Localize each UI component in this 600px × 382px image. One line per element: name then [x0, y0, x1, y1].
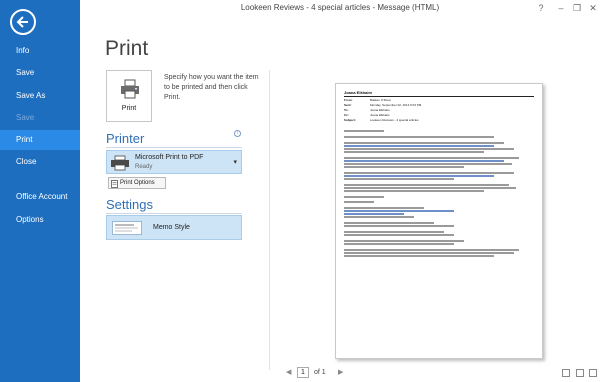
zoom-to-page-icon[interactable]: [576, 369, 584, 377]
preview-text-line: [344, 190, 484, 192]
zoom-in-icon[interactable]: [589, 369, 597, 377]
preview-text-line: [344, 151, 484, 153]
preview-text-line: [344, 157, 519, 159]
preview-text-line: [344, 231, 444, 233]
preview-text-line: [344, 210, 454, 212]
preview-text-line: [344, 148, 514, 150]
print-options-label: Print Options: [120, 180, 155, 186]
memo-style-option[interactable]: Memo Style: [106, 215, 242, 240]
printer-name: Microsoft Print to PDF: [135, 154, 204, 161]
print-options-button[interactable]: Print Options: [108, 177, 166, 189]
nav-item-close[interactable]: Close: [0, 152, 80, 172]
preview-text-line: [344, 201, 374, 203]
close-icon[interactable]: ✕: [586, 2, 600, 14]
help-icon[interactable]: ?: [534, 2, 548, 14]
preview-sender: Joana Elkhaire: [344, 90, 373, 95]
preview-text-line: [344, 234, 454, 236]
preview-text-line: [344, 196, 384, 198]
preview-text-line: [344, 243, 454, 245]
title-bar: Lookeen Reviews - 4 special articles - M…: [80, 0, 600, 18]
print-button-label: Print: [121, 105, 137, 112]
preview-divider: [269, 70, 270, 370]
preview-text-line: [344, 249, 519, 251]
printer-icon: [121, 79, 139, 99]
memo-style-label: Memo Style: [153, 224, 190, 231]
settings-heading: Settings: [106, 197, 153, 212]
window-title: Lookeen Reviews - 4 special articles - M…: [240, 3, 440, 12]
nav-item-save[interactable]: Save: [0, 63, 80, 83]
preview-text-line: [344, 160, 504, 162]
nav-item-print[interactable]: Print: [0, 130, 80, 150]
print-description: Specify how you want the item to be prin…: [164, 74, 259, 101]
printer-divider: [106, 147, 242, 148]
preview-text-line: [344, 184, 509, 186]
preview-header-row: Subject: Lookeen Reviews - 4 special arti…: [344, 118, 419, 122]
nav-item-info[interactable]: Info: [0, 41, 80, 61]
printer-status: Ready: [135, 164, 153, 170]
preview-text-line: [344, 216, 414, 218]
preview-text-line: [344, 213, 404, 215]
preview-text-line: [344, 255, 494, 257]
preview-text-line: [344, 142, 504, 144]
preview-text-line: [344, 136, 494, 138]
preview-text-line: [344, 145, 494, 147]
nav-item-save-as[interactable]: Save As: [0, 86, 80, 106]
preview-text-line: [344, 178, 454, 180]
preview-text-line: [344, 166, 464, 168]
nav-item-save-attachments: Save Attachments: [16, 113, 60, 142]
preview-page: Joana Elkhaire From: Bokken O'Rone Sent: M…: [335, 83, 543, 359]
info-icon[interactable]: i: [234, 130, 241, 137]
preview-text-line: [344, 240, 464, 242]
nav-item-options[interactable]: Options: [0, 210, 80, 230]
prev-page-icon[interactable]: ◀: [286, 368, 291, 376]
print-button[interactable]: Print: [106, 70, 152, 122]
memo-style-icon: [112, 221, 142, 235]
chevron-down-icon: ▾: [233, 159, 237, 166]
preview-text-line: [344, 222, 434, 224]
document-icon: [111, 180, 118, 188]
restore-icon[interactable]: ❐: [570, 2, 584, 14]
printer-device-icon: [111, 155, 129, 171]
minimize-icon[interactable]: –: [554, 2, 568, 14]
next-page-icon[interactable]: ▶: [338, 368, 343, 376]
page-count: of 1: [314, 369, 326, 376]
printer-dropdown[interactable]: Microsoft Print to PDF Ready ▾: [106, 150, 242, 174]
page-number-input[interactable]: 1: [297, 367, 309, 378]
preview-text-line: [344, 163, 512, 165]
nav-item-office-account[interactable]: Office Account: [0, 187, 80, 207]
preview-text-line: [344, 207, 424, 209]
preview-text-line: [344, 172, 514, 174]
preview-header-rule: [344, 96, 534, 97]
preview-text-line: [344, 175, 494, 177]
preview-text-line: [344, 187, 516, 189]
back-arrow-icon[interactable]: [10, 9, 36, 35]
backstage-sidebar: Info Save Save As Save Attachments Print…: [0, 0, 80, 382]
page-navigator: ◀ 1 of 1 ▶: [270, 364, 600, 382]
printer-heading: Printer: [106, 131, 145, 146]
page-title: Print: [105, 37, 149, 60]
settings-divider: [106, 213, 242, 214]
preview-text-line: [344, 252, 514, 254]
preview-text-line: [344, 225, 454, 227]
preview-text-line: [344, 130, 384, 132]
zoom-page-icon[interactable]: [562, 369, 570, 377]
